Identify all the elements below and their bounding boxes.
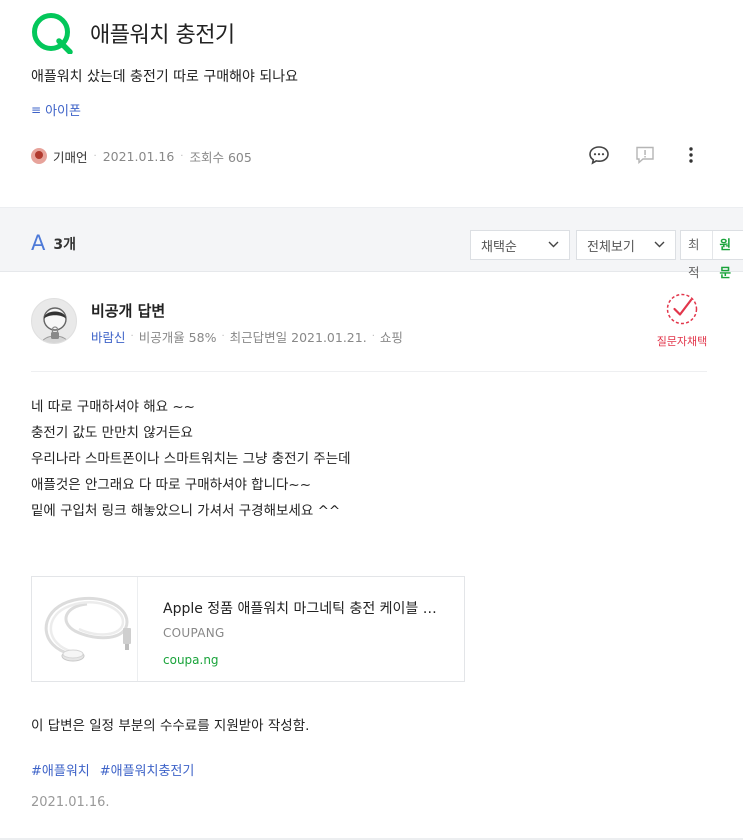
disclaimer-text: 이 답변은 일정 부분의 수수료를 지원받아 작성함. bbox=[31, 718, 310, 734]
link-title[interactable]: Apple 정품 애플워치 마그네틱 충전 케이블 … bbox=[163, 598, 437, 618]
question-body: 애플워치 샀는데 충전기 따로 구매해야 되나요 bbox=[31, 69, 298, 85]
sort-select-value: 채택순 bbox=[481, 239, 517, 255]
charging-cable-image bbox=[44, 596, 131, 662]
answerer-avatar bbox=[31, 298, 77, 344]
answer-a-icon: A bbox=[31, 231, 46, 255]
view-count: 조회수 605 bbox=[189, 149, 252, 165]
more-options-button[interactable] bbox=[679, 143, 703, 167]
product-thumbnail bbox=[32, 577, 138, 681]
author-name[interactable]: 기매언 bbox=[53, 147, 88, 166]
answer-line: 우리나라 스마트폰이나 스마트워치는 그냥 충전기 주는데 bbox=[31, 451, 351, 467]
tag-link[interactable]: #애플워치충전기 bbox=[100, 760, 195, 779]
separator-dot: · bbox=[221, 331, 225, 342]
author-avatar[interactable] bbox=[31, 148, 47, 164]
link-url[interactable]: coupa.ng bbox=[163, 653, 437, 667]
view-toggle: 최적 원문 bbox=[680, 230, 743, 280]
question-actions bbox=[587, 143, 703, 167]
question-date: 2021.01.16 bbox=[102, 148, 175, 164]
chevron-down-icon bbox=[654, 240, 665, 251]
separator-dot: · bbox=[93, 150, 97, 162]
answer-date: 2021.01.16. bbox=[31, 795, 110, 810]
answer-meta: 바람신 · 비공개율 58% · 최근답변일 2021.01.21. · 쇼핑 bbox=[91, 327, 403, 346]
link-info: Apple 정품 애플워치 마그네틱 충전 케이블 … COUPANG coup… bbox=[138, 577, 437, 681]
chevron-down-icon bbox=[548, 240, 559, 251]
separator-dot: · bbox=[371, 331, 375, 342]
category-label: 아이폰 bbox=[45, 104, 81, 119]
answer-category: 쇼핑 bbox=[379, 330, 403, 345]
product-link-card[interactable]: Apple 정품 애플워치 마그네틱 충전 케이블 … COUPANG coup… bbox=[31, 576, 465, 682]
comment-icon bbox=[589, 146, 609, 165]
answerer-username[interactable]: 바람신 bbox=[91, 327, 126, 346]
report-icon bbox=[636, 146, 654, 164]
report-button[interactable] bbox=[633, 143, 657, 167]
question-title: 애플워치 충전기 bbox=[90, 23, 235, 48]
answer-line: 충전기 값도 만만치 않거든요 bbox=[31, 425, 193, 441]
answer-line: 밑에 구입처 링크 해놓았으니 가셔서 구경해보세요 ^^ bbox=[31, 503, 341, 519]
menu-icon: ≡ bbox=[31, 102, 42, 117]
divider bbox=[31, 371, 707, 372]
seg-original[interactable]: 원문 bbox=[713, 231, 743, 280]
answerer-name: 비공개 답변 bbox=[91, 302, 166, 320]
last-answer-date: 최근답변일 2021.01.21. bbox=[229, 330, 367, 345]
separator-dot: · bbox=[130, 331, 134, 342]
question-category[interactable]: ≡ 아이폰 bbox=[31, 100, 81, 120]
link-source: COUPANG bbox=[163, 626, 225, 640]
answer-line: 네 따로 구매하셔야 해요 ~~ bbox=[31, 399, 195, 415]
answer-count: A 3개 bbox=[31, 233, 76, 254]
private-rate: 비공개율 58% bbox=[138, 330, 217, 345]
more-vertical-icon bbox=[689, 147, 693, 163]
filter-select[interactable]: 전체보기 bbox=[576, 230, 676, 260]
q-logo-icon bbox=[32, 13, 73, 54]
adopted-check-icon bbox=[666, 293, 698, 325]
filter-select-value: 전체보기 bbox=[587, 239, 635, 255]
adopted-label: 질문자채택 bbox=[656, 335, 708, 348]
adopted-badge: 질문자채택 bbox=[654, 292, 710, 349]
answer-body: 네 따로 구매하셔야 해요 ~~ 충전기 값도 만만치 않거든요 우리나라 스마… bbox=[31, 394, 351, 524]
answer-line: 애플것은 안그래요 다 따로 구매하셔야 합니다~~ bbox=[31, 477, 312, 493]
tag-list: #애플워치 #애플워치충전기 bbox=[31, 760, 194, 779]
question-meta: 기매언 · 2021.01.16 · 조회수 605 bbox=[31, 147, 252, 165]
tag-link[interactable]: #애플워치 bbox=[31, 760, 90, 779]
seg-recent[interactable]: 최적 bbox=[681, 231, 713, 280]
separator-dot: · bbox=[180, 150, 184, 162]
sort-select[interactable]: 채택순 bbox=[470, 230, 570, 260]
answer-count-label: 3개 bbox=[53, 236, 76, 253]
comment-button[interactable] bbox=[587, 143, 611, 167]
